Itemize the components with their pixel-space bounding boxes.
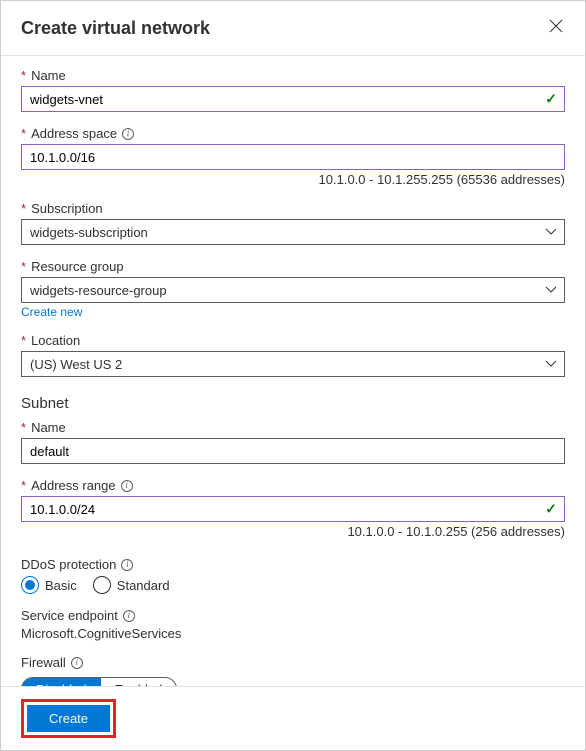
subscription-value: widgets-subscription: [30, 225, 148, 240]
chevron-down-icon: [545, 286, 557, 294]
ddos-basic-label: Basic: [45, 578, 77, 593]
service-endpoint-value: Microsoft.CognitiveServices: [21, 626, 565, 641]
subnet-range-input[interactable]: [21, 496, 565, 522]
checkmark-icon: ✓: [545, 501, 557, 518]
subnet-name-label: Name: [31, 420, 66, 435]
panel-header: Create virtual network: [1, 1, 585, 56]
resource-group-label: Resource group: [31, 259, 124, 274]
subnet-name-input[interactable]: [21, 438, 565, 464]
checkmark-icon: ✓: [545, 91, 557, 108]
subscription-select[interactable]: widgets-subscription: [21, 219, 565, 245]
ddos-radio-standard[interactable]: Standard: [93, 576, 170, 594]
info-icon[interactable]: i: [71, 657, 83, 669]
ddos-label: DDoS protection: [21, 557, 116, 572]
info-icon[interactable]: i: [123, 610, 135, 622]
resource-group-value: widgets-resource-group: [30, 283, 167, 298]
address-space-hint: 10.1.0.0 - 10.1.255.255 (65536 addresses…: [21, 172, 565, 187]
field-name: * Name ✓: [21, 68, 565, 112]
panel-title: Create virtual network: [21, 18, 210, 39]
field-location: * Location (US) West US 2: [21, 333, 565, 377]
address-space-input[interactable]: [21, 144, 565, 170]
required-indicator: *: [21, 201, 26, 216]
name-label: Name: [31, 68, 66, 83]
address-space-label: Address space: [31, 126, 117, 141]
create-button[interactable]: Create: [27, 705, 110, 732]
name-input[interactable]: [21, 86, 565, 112]
subnet-heading: Subnet: [21, 395, 565, 412]
required-indicator: *: [21, 420, 26, 435]
field-subnet-range: * Address range i ✓ 10.1.0.0 - 10.1.0.25…: [21, 478, 565, 539]
field-resource-group: * Resource group widgets-resource-group …: [21, 259, 565, 319]
subnet-range-label: Address range: [31, 478, 116, 493]
panel-footer: Create: [1, 686, 585, 750]
location-label: Location: [31, 333, 80, 348]
resource-group-select[interactable]: widgets-resource-group: [21, 277, 565, 303]
location-value: (US) West US 2: [30, 357, 122, 372]
ddos-radio-basic[interactable]: Basic: [21, 576, 77, 594]
required-indicator: *: [21, 478, 26, 493]
chevron-down-icon: [545, 228, 557, 236]
field-ddos: DDoS protection i Basic Standard: [21, 557, 565, 594]
info-icon[interactable]: i: [121, 559, 133, 571]
close-icon[interactable]: [543, 15, 569, 41]
ddos-standard-label: Standard: [117, 578, 170, 593]
field-service-endpoint: Service endpoint i Microsoft.CognitiveSe…: [21, 608, 565, 641]
field-address-space: * Address space i 10.1.0.0 - 10.1.255.25…: [21, 126, 565, 187]
required-indicator: *: [21, 259, 26, 274]
info-icon[interactable]: i: [122, 128, 134, 140]
field-subscription: * Subscription widgets-subscription: [21, 201, 565, 245]
create-new-link[interactable]: Create new: [21, 305, 82, 319]
required-indicator: *: [21, 68, 26, 83]
info-icon[interactable]: i: [121, 480, 133, 492]
subscription-label: Subscription: [31, 201, 103, 216]
location-select[interactable]: (US) West US 2: [21, 351, 565, 377]
required-indicator: *: [21, 333, 26, 348]
field-subnet-name: * Name: [21, 420, 565, 464]
service-endpoint-label: Service endpoint: [21, 608, 118, 623]
panel-body: * Name ✓ * Address space i 10.1.0.0 - 10…: [1, 56, 585, 725]
subnet-range-hint: 10.1.0.0 - 10.1.0.255 (256 addresses): [21, 524, 565, 539]
firewall-label: Firewall: [21, 655, 66, 670]
create-highlight: Create: [21, 699, 116, 738]
radio-icon: [21, 576, 39, 594]
chevron-down-icon: [545, 360, 557, 368]
radio-icon: [93, 576, 111, 594]
required-indicator: *: [21, 126, 26, 141]
